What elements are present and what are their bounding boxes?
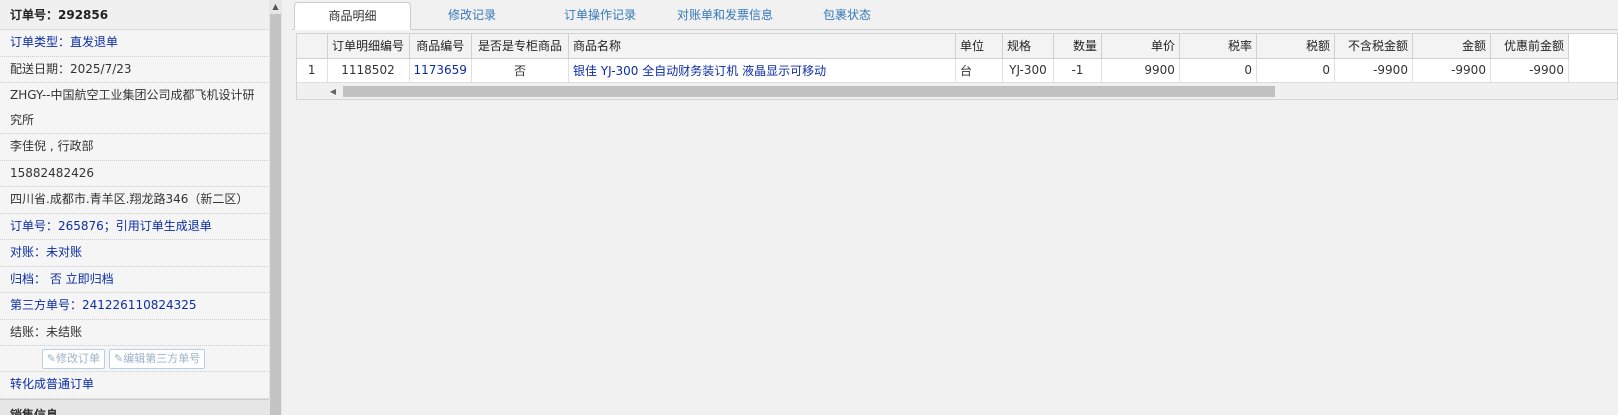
cell-product-id-link[interactable]: 1173659 <box>409 58 472 82</box>
cell-tax-amount: 0 <box>1256 58 1335 82</box>
delivery-date: 配送日期：2025/7/23 <box>0 57 277 83</box>
contact-person: 李佳倪 , 行政部 <box>0 134 277 161</box>
horizontal-scrollbar-thumb[interactable] <box>343 86 1275 97</box>
edit-order-label: 修改订单 <box>56 351 100 365</box>
order-number-header: 订单号：292856 <box>0 0 277 30</box>
scrollbar-thumb[interactable] <box>270 14 281 415</box>
table-row[interactable]: 1 1118502 1173659 否 银佳 YJ-300 全自动财务装订机 液… <box>297 58 1569 82</box>
tab-statement-invoice[interactable]: 对账单和发票信息 <box>660 2 790 30</box>
order-info-panel: 订单号：292856 订单类型：直发退单 配送日期：2025/7/23 ZHGY… <box>0 0 278 415</box>
reconcile-status: 对账：未对账 <box>0 240 277 267</box>
cell-detail-id: 1118502 <box>327 58 410 82</box>
col-unit-price[interactable]: 单价 <box>1101 34 1180 59</box>
grid-horizontal-scrollbar[interactable]: ◀ <box>297 82 1617 99</box>
tab-order-operation-log[interactable]: 订单操作记录 <box>540 2 660 30</box>
cell-index: 1 <box>297 58 328 82</box>
third-party-number: 第三方单号：241226110824325 <box>0 293 277 320</box>
edit-icon: ✎ <box>46 351 56 365</box>
order-action-buttons: ✎修改订单 ✎编辑第三方单号 <box>0 346 277 372</box>
col-tax-rate[interactable]: 税率 <box>1179 34 1257 59</box>
edit-icon: ✎ <box>114 351 124 365</box>
col-pre-discount-amount[interactable]: 优惠前金额 <box>1490 34 1569 59</box>
cell-spec: YJ-300 <box>1002 58 1054 82</box>
col-unit[interactable]: 单位 <box>955 34 1003 59</box>
sales-info-header[interactable]: 销售信息 <box>0 398 277 415</box>
delivery-address: 四川省.成都市.青羊区.翔龙路346（新二区） <box>0 187 277 214</box>
col-counter-product[interactable]: 是否是专柜商品 <box>471 34 569 59</box>
cell-amount: -9900 <box>1412 58 1491 82</box>
tab-modification-log[interactable]: 修改记录 <box>422 2 522 30</box>
cell-product-name-link[interactable]: 银佳 YJ-300 全自动财务装订机 液晶显示可移动 <box>568 58 956 82</box>
source-order-link[interactable]: 订单号：265876；引用订单生成退单 <box>0 214 277 240</box>
col-detail-id[interactable]: 订单明细编号 <box>327 34 410 59</box>
contact-phone: 15882482426 <box>0 161 277 187</box>
cell-pretax-amount: -9900 <box>1334 58 1413 82</box>
col-pretax-amount[interactable]: 不含税金额 <box>1334 34 1413 59</box>
settlement-status: 结账：未结账 <box>0 320 277 346</box>
cell-unit-price: 9900 <box>1101 58 1180 82</box>
col-amount[interactable]: 金额 <box>1412 34 1491 59</box>
convert-to-normal-order-link[interactable]: 转化成普通订单 <box>0 372 277 399</box>
detail-tabs: 商品明细 修改记录 订单操作记录 对账单和发票信息 包裹状态 <box>292 0 1618 30</box>
col-tax-amount[interactable]: 税额 <box>1256 34 1335 59</box>
cell-pre-discount-amount: -9900 <box>1490 58 1569 82</box>
cell-tax-rate: 0 <box>1179 58 1257 82</box>
col-quantity[interactable]: 数量 <box>1053 34 1102 59</box>
archive-status[interactable]: 归档： 否 立即归档 <box>0 267 277 293</box>
cell-unit: 台 <box>955 58 1003 82</box>
table-header-row: 订单明细编号 商品编号 是否是专柜商品 商品名称 单位 规格 数量 单价 税率 … <box>297 34 1569 59</box>
col-product-name[interactable]: 商品名称 <box>568 34 956 59</box>
order-type: 订单类型：直发退单 <box>0 30 277 57</box>
edit-third-party-label: 编辑第三方单号 <box>123 351 201 365</box>
scroll-up-arrow-icon[interactable]: ▲ <box>269 0 282 14</box>
col-spec[interactable]: 规格 <box>1002 34 1054 59</box>
tab-product-details[interactable]: 商品明细 <box>294 2 411 30</box>
col-index <box>297 34 328 59</box>
left-panel-scrollbar[interactable]: ▲ <box>269 0 282 415</box>
product-detail-grid: 订单明细编号 商品编号 是否是专柜商品 商品名称 单位 规格 数量 单价 税率 … <box>296 33 1618 100</box>
product-table: 订单明细编号 商品编号 是否是专柜商品 商品名称 单位 规格 数量 单价 税率 … <box>297 34 1569 82</box>
cell-counter-product: 否 <box>471 58 569 82</box>
cell-quantity: -1 <box>1053 58 1102 82</box>
edit-order-button[interactable]: ✎修改订单 <box>41 348 105 369</box>
col-product-id[interactable]: 商品编号 <box>409 34 472 59</box>
edit-third-party-button[interactable]: ✎编辑第三方单号 <box>109 348 206 369</box>
tab-package-status[interactable]: 包裹状态 <box>802 2 892 30</box>
customer-company: ZHGY--中国航空工业集团公司成都飞机设计研究所 <box>0 83 277 134</box>
scroll-left-arrow-icon[interactable]: ◀ <box>327 83 339 100</box>
order-detail-panel: 商品明细 修改记录 订单操作记录 对账单和发票信息 包裹状态 订单明细编号 商品… <box>292 0 1618 415</box>
